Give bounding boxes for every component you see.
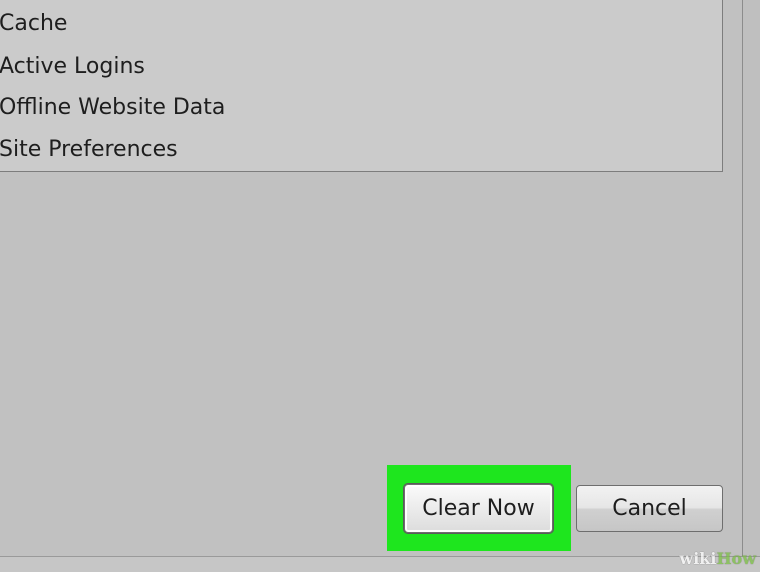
list-item-site-preferences[interactable]: Site Preferences [0,136,178,164]
clear-now-button[interactable]: Clear Now [404,484,553,533]
clear-history-dialog: Cache Active Logins Offline Website Data… [0,0,760,572]
list-item-offline-website-data[interactable]: Offline Website Data [0,94,225,122]
window-frame [743,0,760,556]
list-item-cache[interactable]: Cache [0,10,67,38]
watermark-part1: wiki [679,549,717,568]
wikihow-watermark: wikiHow [679,549,756,568]
clear-now-label: Clear Now [422,496,535,521]
list-item-active-logins[interactable]: Active Logins [0,53,145,81]
cancel-label: Cancel [612,496,687,521]
window-bottom-frame [0,556,760,572]
watermark-part2: How [716,549,756,568]
details-list: Cache Active Logins Offline Website Data… [0,0,723,172]
cancel-button[interactable]: Cancel [576,485,723,532]
